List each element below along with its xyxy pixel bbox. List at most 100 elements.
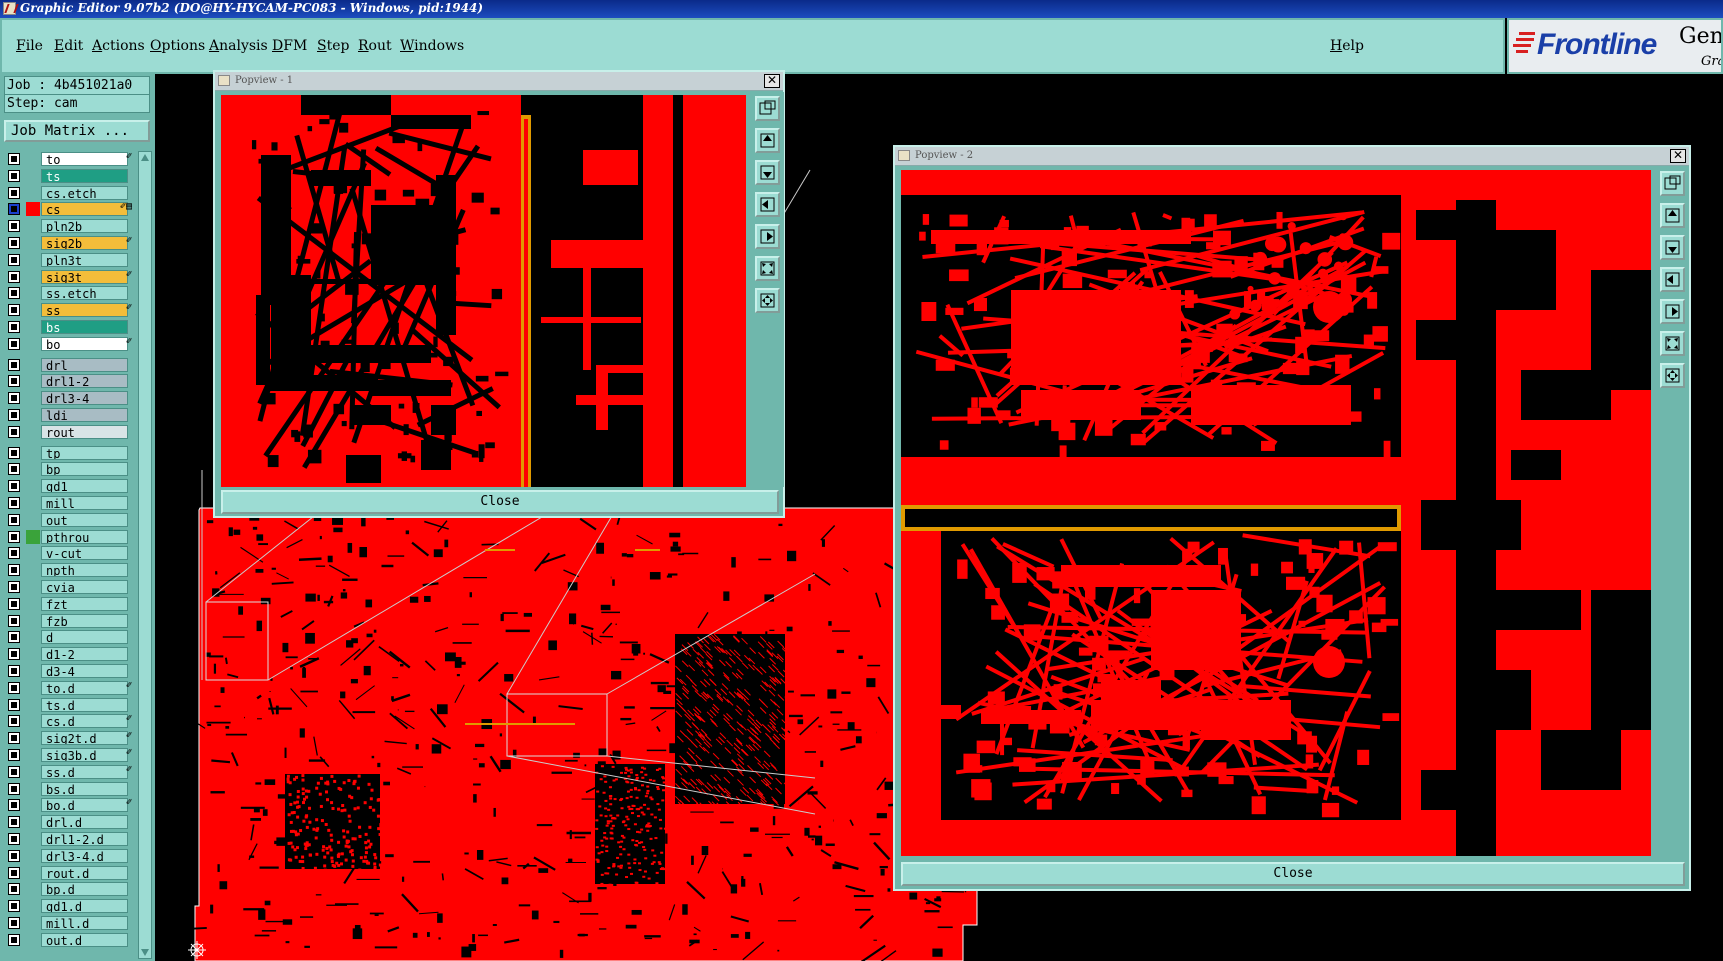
layer-display-checkbox[interactable] xyxy=(8,900,20,913)
layer-name[interactable]: ss xyxy=(41,303,128,318)
layer-name[interactable]: d xyxy=(41,630,128,645)
menu-rout[interactable]: Rout xyxy=(358,38,392,54)
layer-row-npth[interactable]: npth xyxy=(4,562,135,578)
layer-name[interactable]: ts.d xyxy=(41,697,128,712)
layer-row-drl3-4-d[interactable]: drl3-4.d xyxy=(4,848,135,864)
layer-color-swatch[interactable] xyxy=(26,269,40,284)
layer-row-out[interactable]: out xyxy=(4,512,135,528)
layer-display-checkbox[interactable] xyxy=(8,186,20,199)
layer-name[interactable]: bp.d xyxy=(41,882,128,897)
layer-row-d[interactable]: d xyxy=(4,629,135,645)
layer-row-pln3t[interactable]: pln3t xyxy=(4,252,135,268)
layer-name[interactable]: to xyxy=(41,152,128,166)
layer-row-gd1[interactable]: gd1 xyxy=(4,478,135,494)
layer-name[interactable]: ldi xyxy=(41,408,128,422)
layer-color-swatch[interactable] xyxy=(26,899,40,914)
layer-display-checkbox[interactable] xyxy=(8,933,20,946)
pan-up-icon[interactable] xyxy=(1660,203,1685,228)
layer-row-rout-d[interactable]: rout.d xyxy=(4,865,135,881)
layer-display-checkbox[interactable] xyxy=(8,169,20,182)
layer-list-scrollbar[interactable] xyxy=(138,151,152,959)
layer-display-checkbox[interactable] xyxy=(8,270,20,283)
layer-name[interactable]: cs.etch xyxy=(41,185,128,200)
layer-row-mill[interactable]: mill xyxy=(4,495,135,511)
pan-right-icon[interactable] xyxy=(1660,299,1685,324)
popview-1-titlebar[interactable]: Popview - 1 ✕ xyxy=(215,72,783,91)
zoom-window-icon[interactable] xyxy=(755,96,780,121)
layer-display-checkbox[interactable] xyxy=(8,597,20,610)
popview-2-canvas[interactable] xyxy=(901,170,1651,856)
layer-display-checkbox[interactable] xyxy=(8,463,20,476)
layer-color-swatch[interactable] xyxy=(26,152,40,166)
layer-name[interactable]: fzt xyxy=(41,596,128,611)
layer-row-cs-d[interactable]: cs.d ✐ xyxy=(4,713,135,729)
menu-step[interactable]: Step xyxy=(317,38,349,54)
layer-color-swatch[interactable] xyxy=(26,529,40,544)
layer-name[interactable]: pln3t xyxy=(41,252,128,267)
layer-display-checkbox[interactable] xyxy=(8,220,20,233)
layer-row-ldi[interactable]: ldi xyxy=(4,407,135,423)
layer-row-v-cut[interactable]: v-cut xyxy=(4,545,135,561)
layer-row-pthrou[interactable]: pthrou xyxy=(4,529,135,545)
layer-color-swatch[interactable] xyxy=(26,882,40,897)
layer-display-checkbox[interactable] xyxy=(8,409,20,421)
layer-color-swatch[interactable] xyxy=(26,815,40,830)
layer-name[interactable]: drl1-2 xyxy=(41,374,128,389)
menu-actions[interactable]: Actions xyxy=(92,38,145,54)
layer-name[interactable]: fzb xyxy=(41,613,128,628)
layer-display-checkbox[interactable] xyxy=(8,883,20,896)
layer-name[interactable]: rout xyxy=(41,424,128,439)
layer-color-swatch[interactable] xyxy=(26,781,40,796)
layer-name[interactable]: npth xyxy=(41,563,128,578)
layer-name[interactable]: out.d xyxy=(41,932,128,947)
layer-row-drl1-2-d[interactable]: drl1-2.d xyxy=(4,831,135,847)
layer-row-bs[interactable]: bs xyxy=(4,319,135,335)
layer-name[interactable]: bs xyxy=(41,320,128,334)
layer-display-checkbox[interactable] xyxy=(8,375,20,388)
layer-display-checkbox[interactable] xyxy=(8,581,20,593)
layer-display-checkbox[interactable] xyxy=(8,358,20,371)
pan-down-icon[interactable] xyxy=(755,160,780,185)
layer-display-checkbox[interactable] xyxy=(8,153,20,165)
layer-color-swatch[interactable] xyxy=(26,424,40,439)
layer-color-swatch[interactable] xyxy=(26,932,40,947)
layer-display-checkbox[interactable] xyxy=(8,849,20,862)
layer-name[interactable]: ts xyxy=(41,168,128,183)
layer-display-checkbox[interactable] xyxy=(8,917,20,929)
layer-color-swatch[interactable] xyxy=(26,512,40,527)
layer-name[interactable]: tp xyxy=(41,445,128,460)
layer-display-checkbox[interactable] xyxy=(8,833,20,845)
layer-display-checkbox[interactable] xyxy=(8,765,20,778)
layer-name[interactable]: sig2t.d xyxy=(41,731,128,746)
layer-name[interactable]: bo xyxy=(41,336,128,351)
layer-color-swatch[interactable] xyxy=(26,731,40,746)
layer-color-swatch[interactable] xyxy=(26,408,40,422)
layer-display-checkbox[interactable] xyxy=(8,530,20,543)
layer-color-swatch[interactable] xyxy=(26,748,40,762)
layer-row-sig3b-d[interactable]: sig3b.d ✐ xyxy=(4,747,135,763)
layer-row-out-d[interactable]: out.d xyxy=(4,932,135,948)
menu-file[interactable]: File xyxy=(16,38,43,54)
layer-display-checkbox[interactable] xyxy=(8,614,20,627)
popview-2-titlebar[interactable]: Popview - 2 ✕ xyxy=(895,147,1689,166)
layer-display-checkbox[interactable] xyxy=(8,237,20,249)
layer-name[interactable]: cvia xyxy=(41,580,128,594)
layer-name[interactable]: drl xyxy=(41,357,128,372)
layer-display-checkbox[interactable] xyxy=(8,715,20,728)
layer-color-swatch[interactable] xyxy=(26,357,40,372)
popview-1-close-button[interactable]: Close xyxy=(221,490,779,514)
layer-name[interactable]: d3-4 xyxy=(41,664,128,678)
popview-2-close-button[interactable]: Close xyxy=(901,862,1685,886)
layer-display-checkbox[interactable] xyxy=(8,732,20,745)
layer-color-swatch[interactable] xyxy=(26,848,40,863)
scroll-down-icon[interactable] xyxy=(140,947,150,957)
layer-display-checkbox[interactable] xyxy=(8,513,20,526)
layer-name[interactable]: drl1-2.d xyxy=(41,832,128,846)
layer-color-swatch[interactable] xyxy=(26,374,40,389)
layer-row-drl3-4[interactable]: drl3-4 xyxy=(4,390,135,406)
layer-color-swatch[interactable] xyxy=(26,697,40,712)
layer-color-swatch[interactable] xyxy=(26,303,40,318)
layer-name[interactable]: drl3-4 xyxy=(41,391,128,406)
job-matrix-button[interactable]: Job Matrix ... xyxy=(4,120,150,142)
zoom-fit-icon[interactable] xyxy=(1660,331,1685,356)
